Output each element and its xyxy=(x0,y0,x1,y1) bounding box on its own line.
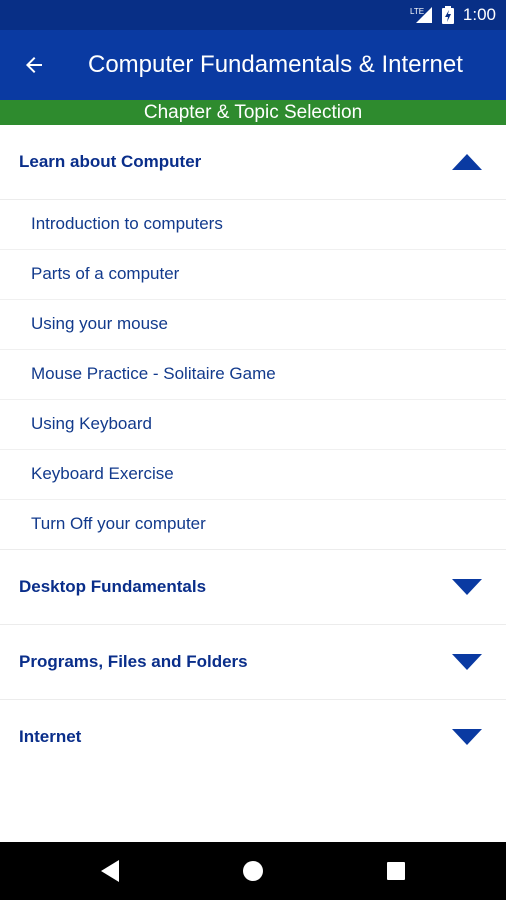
chapter-header[interactable]: Programs, Files and Folders xyxy=(0,625,506,699)
topic-item[interactable]: Keyboard Exercise xyxy=(0,450,506,500)
arrow-left-icon xyxy=(26,57,42,73)
topic-label: Mouse Practice - Solitaire Game xyxy=(31,364,276,383)
topic-label: Turn Off your computer xyxy=(31,514,206,533)
chapter-list: Learn about Computer Introduction to com… xyxy=(0,125,506,774)
nav-home-button[interactable] xyxy=(238,856,268,886)
back-triangle-icon xyxy=(101,860,119,882)
triangle-down-icon[interactable] xyxy=(452,653,482,671)
triangle-down-icon[interactable] xyxy=(452,728,482,746)
topic-label: Keyboard Exercise xyxy=(31,464,174,483)
chapter-learn-about-computer: Learn about Computer Introduction to com… xyxy=(0,125,506,550)
topic-label: Parts of a computer xyxy=(31,264,180,283)
home-circle-icon xyxy=(243,861,263,881)
page-title: Computer Fundamentals & Internet xyxy=(88,51,463,78)
topic-item[interactable]: Parts of a computer xyxy=(0,250,506,300)
chapter-title: Programs, Files and Folders xyxy=(19,652,248,671)
chapter-title: Internet xyxy=(19,727,82,746)
topic-label: Using your mouse xyxy=(31,314,169,333)
topic-item[interactable]: Using Keyboard xyxy=(0,400,506,450)
battery-charging-icon xyxy=(442,6,454,28)
triangle-up-icon[interactable] xyxy=(452,153,482,171)
chapter-header[interactable]: Learn about Computer xyxy=(0,125,506,199)
chapter-header[interactable]: Internet xyxy=(0,700,506,774)
back-button[interactable] xyxy=(14,45,54,85)
triangle-down-icon[interactable] xyxy=(452,578,482,596)
topic-item[interactable]: Using your mouse xyxy=(0,300,506,350)
system-nav-bar xyxy=(0,842,506,900)
chapter-title: Learn about Computer xyxy=(19,152,202,171)
topic-label: Using Keyboard xyxy=(31,414,152,433)
status-time: 1:00 xyxy=(462,5,496,24)
nav-back-button[interactable] xyxy=(96,856,126,886)
status-bar: LTE 1:00 xyxy=(0,0,506,30)
topic-item[interactable]: Introduction to computers xyxy=(0,200,506,250)
section-subheader: Chapter & Topic Selection xyxy=(0,100,506,125)
chapter-programs-files-folders[interactable]: Programs, Files and Folders xyxy=(0,625,506,700)
lte-signal-icon: LTE xyxy=(410,6,434,28)
chapter-header[interactable]: Desktop Fundamentals xyxy=(0,550,506,624)
topic-item[interactable]: Turn Off your computer xyxy=(0,500,506,549)
app-bar: Computer Fundamentals & Internet xyxy=(0,30,506,100)
recents-square-icon xyxy=(387,862,405,880)
topic-list: Introduction to computers Parts of a com… xyxy=(0,199,506,549)
topic-item[interactable]: Mouse Practice - Solitaire Game xyxy=(0,350,506,400)
svg-text:LTE: LTE xyxy=(410,7,424,16)
chapter-internet[interactable]: Internet xyxy=(0,700,506,774)
chapter-desktop-fundamentals[interactable]: Desktop Fundamentals xyxy=(0,550,506,625)
nav-recents-button[interactable] xyxy=(381,856,411,886)
chapter-title: Desktop Fundamentals xyxy=(19,577,207,596)
topic-label: Introduction to computers xyxy=(31,214,223,233)
